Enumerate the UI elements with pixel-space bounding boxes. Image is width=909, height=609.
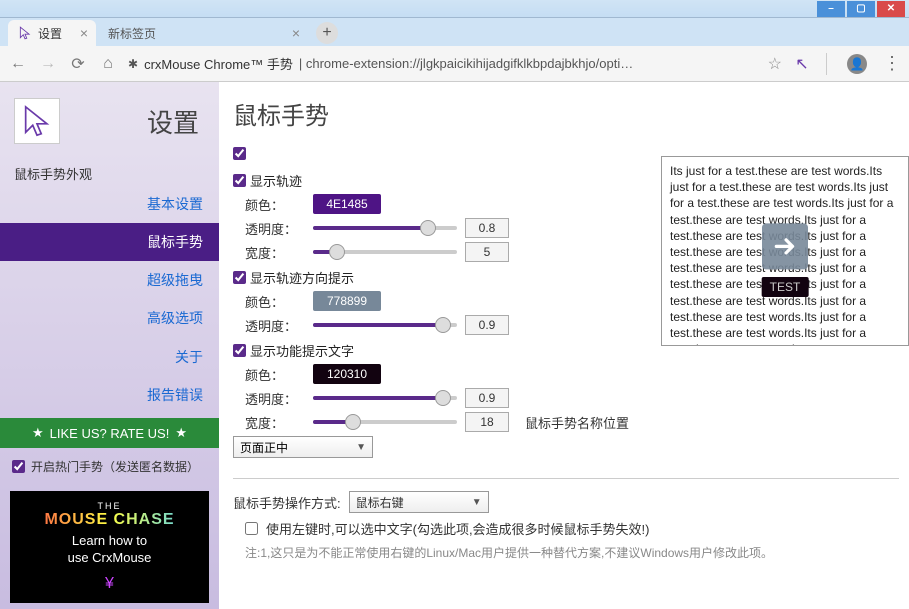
window-min-button[interactable]: –: [817, 1, 845, 17]
color-label: 颜色：: [245, 195, 305, 214]
position-value: 页面正中: [240, 439, 288, 456]
new-tab-button[interactable]: +: [316, 22, 338, 44]
window-close-button[interactable]: ✕: [877, 1, 905, 17]
back-button[interactable]: ←: [8, 55, 28, 73]
promo-banner[interactable]: THE MOUSE CHASE Learn how touse CrxMouse…: [10, 491, 209, 603]
position-dropdown[interactable]: 页面正中 ▼: [233, 436, 373, 458]
direction-opacity-slider[interactable]: [313, 316, 457, 334]
left-click-checkbox[interactable]: [245, 522, 258, 535]
show-trail-label: 显示轨迹: [250, 171, 302, 190]
text-opacity-value: 0.9: [465, 388, 509, 408]
main-content: 鼠标手势 显示轨迹 颜色： 4E1485 透明度： 0.8 宽度： 5 显示轨迹方向提…: [219, 82, 909, 609]
preview-label: TEST: [762, 277, 809, 297]
gesture-preview: Its just for a test.these are test words…: [661, 156, 909, 346]
page-title: 鼠标手势: [233, 96, 899, 131]
sidebar-section-label: 鼠标手势外观: [0, 158, 219, 185]
trail-opacity-slider[interactable]: [313, 219, 457, 237]
browser-toolbar: ← → ⟳ ⌂ ✱ crxMouse Chrome™ 手势 | chrome-e…: [0, 46, 909, 82]
direction-color-swatch[interactable]: 778899: [313, 291, 381, 311]
show-direction-checkbox[interactable]: [233, 271, 246, 284]
divider: [233, 478, 899, 479]
show-text-checkbox[interactable]: [233, 344, 246, 357]
window-titlebar: – ▢ ✕: [0, 0, 909, 18]
text-width-value: 18: [465, 412, 509, 432]
note-text: 注:1,这只是为不能正常使用右键的Linux/Mac用户提供一种替代方案,不建议…: [245, 544, 899, 561]
extension-icon: ✱: [128, 57, 138, 71]
width-label: 宽度：: [245, 243, 305, 262]
sidebar-item-about[interactable]: 关于: [0, 338, 219, 376]
close-icon[interactable]: ×: [80, 25, 88, 41]
window-max-button[interactable]: ▢: [847, 1, 875, 17]
profile-button[interactable]: 👤: [847, 54, 867, 74]
method-dropdown[interactable]: 鼠标右键 ▼: [349, 491, 489, 513]
trail-color-swatch[interactable]: 4E1485: [313, 194, 381, 214]
sidebar-item-basic[interactable]: 基本设置: [0, 185, 219, 223]
star-icon: ★: [175, 425, 187, 441]
promo-line2: MOUSE CHASE: [20, 511, 199, 529]
master-checkbox[interactable]: [233, 147, 246, 160]
menu-button[interactable]: ⋮: [883, 53, 901, 74]
text-width-slider[interactable]: [313, 413, 457, 431]
tab-newtab[interactable]: 新标签页 ×: [98, 20, 308, 46]
color-label: 颜色：: [245, 292, 305, 311]
page-title-text: crxMouse Chrome™ 手势: [144, 54, 293, 73]
cursor-icon: [18, 26, 32, 40]
promo-line3: Learn how touse CrxMouse: [20, 533, 199, 567]
address-bar[interactable]: ✱ crxMouse Chrome™ 手势 | chrome-extension…: [128, 54, 758, 73]
toolbar-divider: [826, 53, 827, 75]
close-icon[interactable]: ×: [292, 25, 300, 41]
trail-width-slider[interactable]: [313, 243, 457, 261]
left-click-label: 使用左键时,可以选中文字(勾选此项,会造成很多时候鼠标手势失效!): [266, 519, 650, 538]
app-logo: [14, 98, 60, 144]
show-direction-label: 显示轨迹方向提示: [250, 268, 354, 287]
arrow-right-icon: [762, 223, 808, 269]
home-button[interactable]: ⌂: [98, 55, 118, 73]
sidebar-title: 设置: [70, 103, 205, 140]
method-label: 鼠标手势操作方式:: [233, 493, 341, 512]
width-label: 宽度：: [245, 413, 305, 432]
show-trail-checkbox[interactable]: [233, 174, 246, 187]
position-label: 鼠标手势名称位置: [525, 413, 629, 432]
chevron-down-icon: ▼: [472, 497, 482, 508]
sidebar-item-gesture[interactable]: 鼠标手势: [0, 223, 219, 261]
chevron-down-icon: ▼: [356, 442, 366, 453]
tab-strip: 设置 × 新标签页 × +: [0, 18, 909, 46]
promo-line1: THE: [20, 501, 199, 511]
text-opacity-slider[interactable]: [313, 389, 457, 407]
popular-gesture-toggle[interactable]: 开启热门手势（发送匿名数据）: [0, 448, 219, 485]
tab-settings[interactable]: 设置 ×: [8, 20, 96, 46]
show-text-label: 显示功能提示文字: [250, 341, 354, 360]
sidebar-item-report[interactable]: 报告错误: [0, 376, 219, 414]
method-value: 鼠标右键: [356, 494, 404, 511]
opacity-label: 透明度：: [245, 219, 305, 238]
color-label: 颜色：: [245, 365, 305, 384]
direction-opacity-value: 0.9: [465, 315, 509, 335]
sidebar-item-advanced[interactable]: 高级选项: [0, 299, 219, 337]
trail-width-value: 5: [465, 242, 509, 262]
rate-us-banner[interactable]: ★ LIKE US? RATE US! ★: [0, 418, 219, 449]
toggle-label: 开启热门手势（发送匿名数据）: [31, 458, 199, 475]
reload-button[interactable]: ⟳: [68, 54, 88, 74]
tab-label: 设置: [38, 25, 62, 42]
popular-gesture-checkbox[interactable]: [12, 460, 25, 473]
rate-label: LIKE US? RATE US!: [50, 426, 170, 441]
url-text: | chrome-extension://jlgkpaicikihijadgif…: [299, 56, 633, 71]
extension-cursor-icon[interactable]: ↖: [792, 54, 812, 74]
sidebar: 设置 鼠标手势外观 基本设置 鼠标手势 超级拖曳 高级选项 关于 报告错误 ★ …: [0, 82, 219, 609]
opacity-label: 透明度：: [245, 316, 305, 335]
tab-label: 新标签页: [108, 25, 156, 42]
forward-button[interactable]: →: [38, 55, 58, 73]
opacity-label: 透明度：: [245, 389, 305, 408]
star-icon: ★: [32, 425, 44, 441]
bookmark-star-icon[interactable]: ☆: [768, 54, 782, 74]
promo-sprite-icon: ¥: [20, 575, 199, 593]
text-color-swatch[interactable]: 120310: [313, 364, 381, 384]
trail-opacity-value: 0.8: [465, 218, 509, 238]
sidebar-item-super[interactable]: 超级拖曳: [0, 261, 219, 299]
